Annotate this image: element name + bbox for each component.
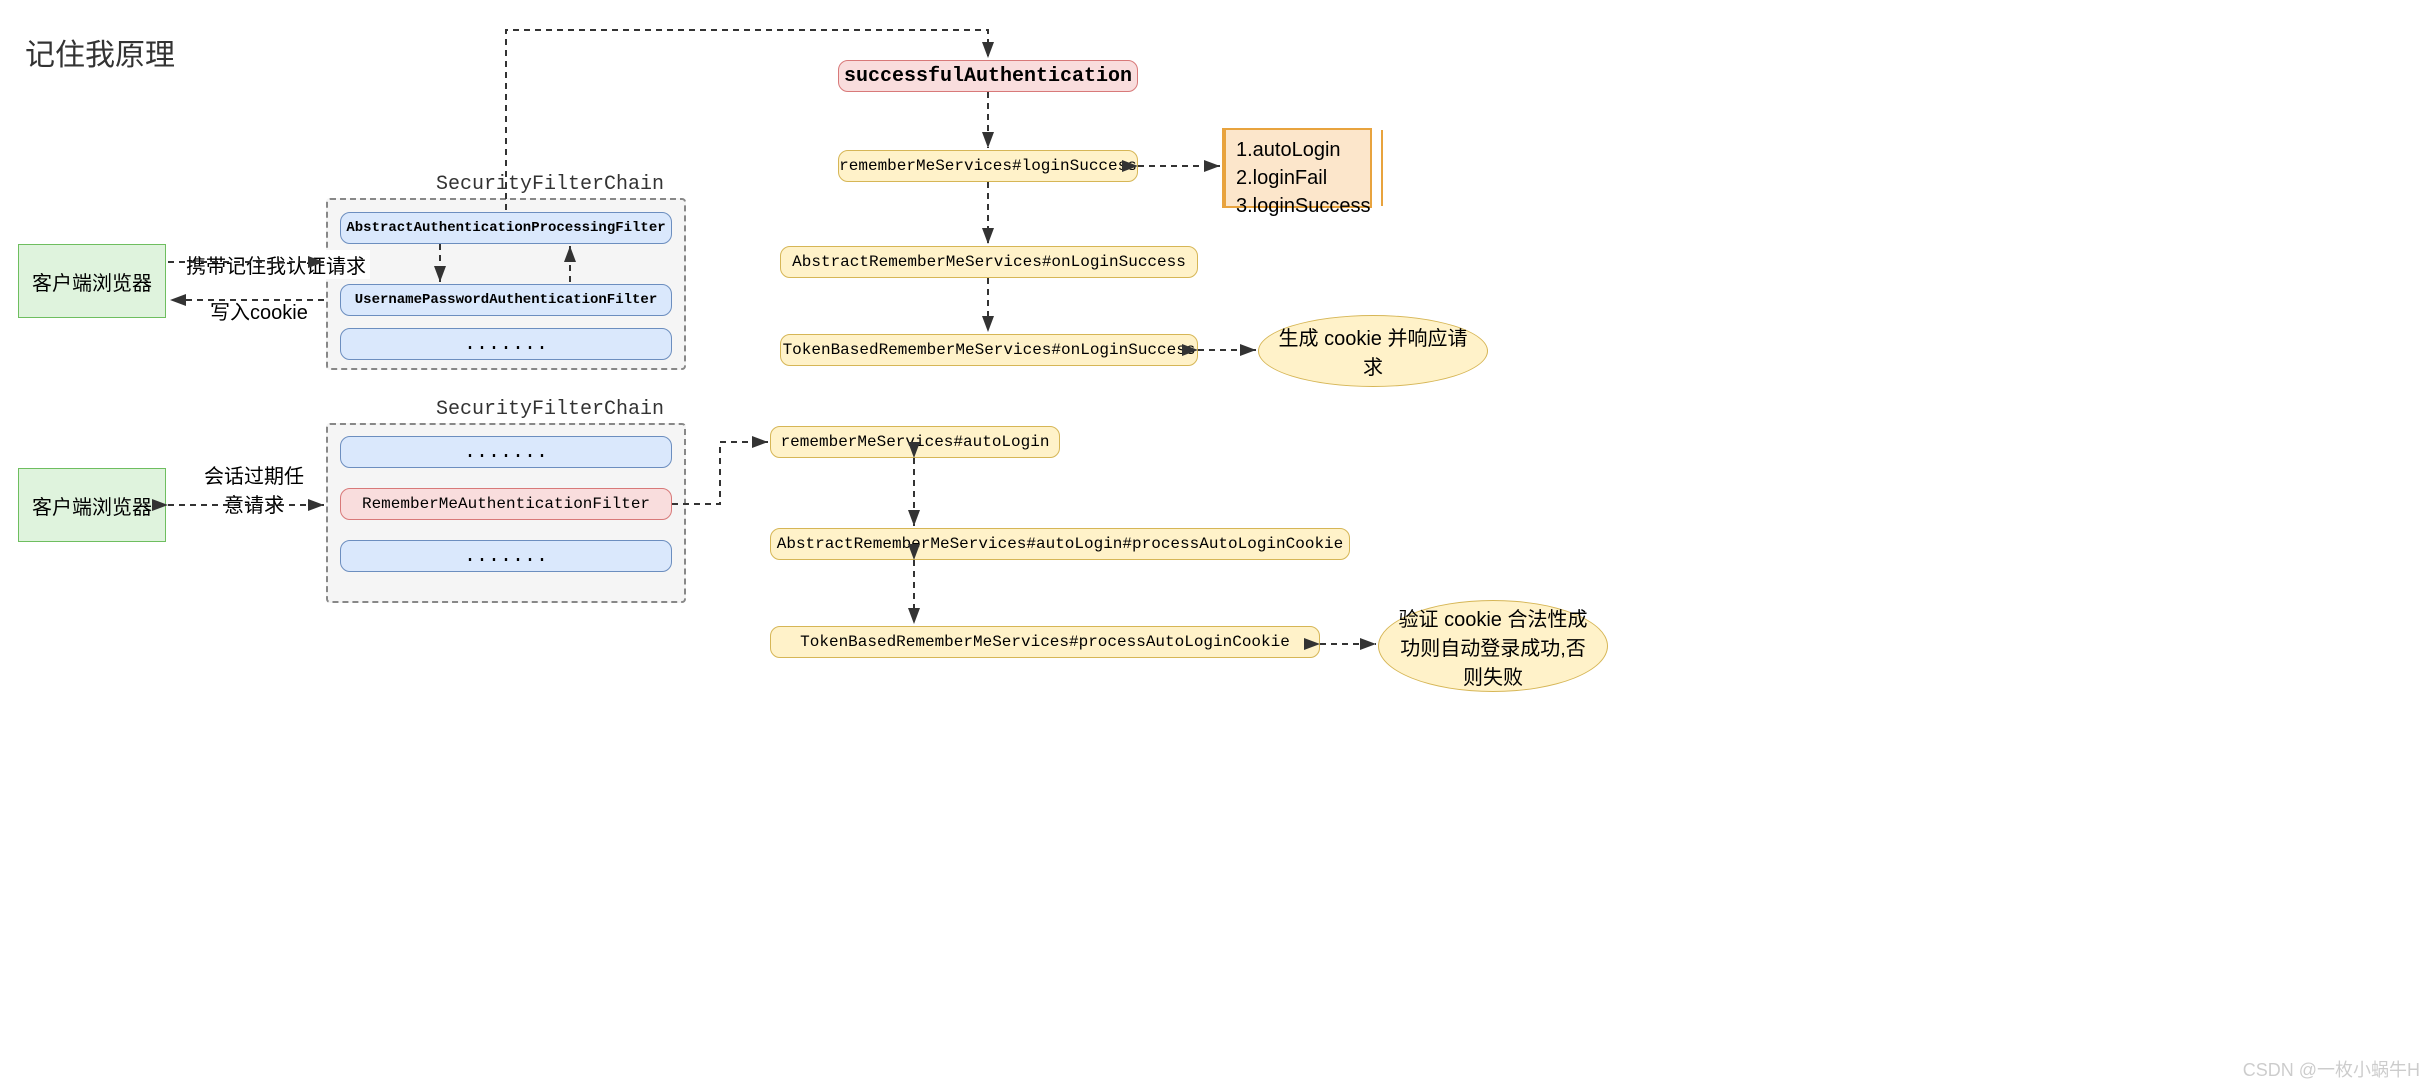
token-auto-login: TokenBasedRememberMeServices#processAuto…	[770, 626, 1320, 658]
chain2-filter-2: RememberMeAuthenticationFilter	[340, 488, 672, 520]
verify-cookie-ellipse: 验证 cookie 合法性成 功则自动登录成功,否 则失败	[1378, 600, 1608, 692]
edge-label-req2: 会话过期任 意请求	[200, 460, 308, 518]
abstract-auto-login: AbstractRememberMeServices#autoLogin#pro…	[770, 528, 1350, 560]
chain1-filter-2: UsernamePasswordAuthenticationFilter	[340, 284, 672, 316]
chain2-filter-1: .......	[340, 436, 672, 468]
edge-label-req1: 携带记住我认证请求	[182, 250, 370, 279]
client-browser-2: 客户端浏览器	[18, 468, 166, 542]
watermark: CSDN @一枚小蜗牛H	[2243, 1056, 2420, 1082]
token-on-login-success: TokenBasedRememberMeServices#onLoginSucc…	[780, 334, 1198, 366]
remember-me-auto-login: rememberMeServices#autoLogin	[770, 426, 1060, 458]
abstract-on-login-success: AbstractRememberMeServices#onLoginSucces…	[780, 246, 1198, 278]
chain2-filter-3: .......	[340, 540, 672, 572]
remember-me-login-success: rememberMeServices#loginSuccess	[838, 150, 1138, 182]
successful-authentication: successfulAuthentication	[838, 60, 1138, 92]
chain1-filter-1: AbstractAuthenticationProcessingFilter	[340, 212, 672, 244]
client-browser-1: 客户端浏览器	[18, 244, 166, 318]
chain1-filter-3: .......	[340, 328, 672, 360]
chain2-label: SecurityFilterChain	[436, 398, 664, 421]
chain1-label: SecurityFilterChain	[436, 173, 664, 196]
methods-note: 1.autoLogin 2.loginFail 3.loginSuccess	[1222, 128, 1372, 208]
diagram-title: 记住我原理	[25, 30, 175, 74]
edge-label-resp1: 写入cookie	[206, 296, 312, 325]
gen-cookie-ellipse: 生成 cookie 并响应请 求	[1258, 315, 1488, 387]
methods-note-text: 1.autoLogin 2.loginFail 3.loginSuccess	[1226, 130, 1381, 206]
